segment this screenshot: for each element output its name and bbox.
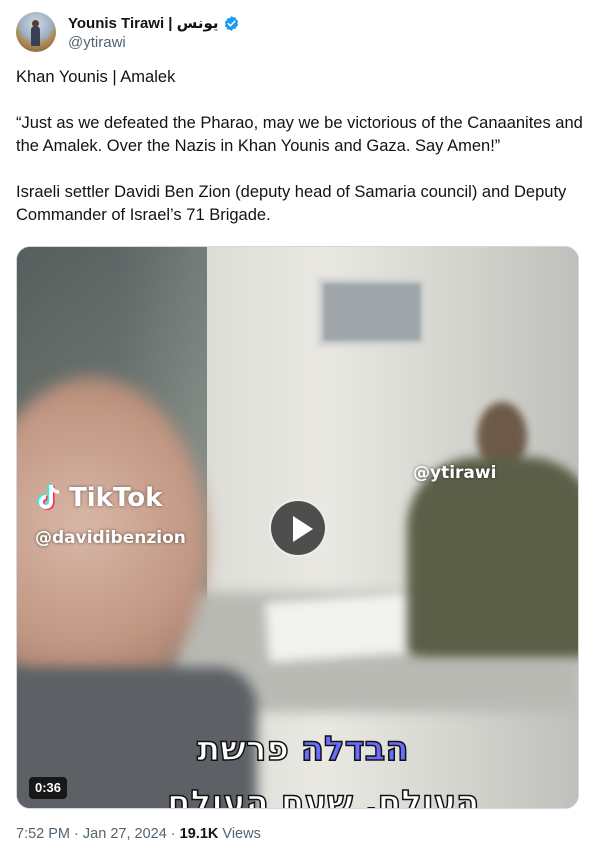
caption-word: פרשת (196, 728, 289, 770)
tiktok-watermark: TikTok (37, 483, 162, 513)
video-duration-badge: 0:36 (29, 777, 68, 799)
caption-highlight-word: הבדלה (300, 728, 410, 770)
tiktok-handle-watermark: @davidibenzion (35, 528, 186, 548)
tweet-text: Khan Younis | Amalek “Just as we defeate… (16, 66, 591, 227)
account-watermark: @ytirawi (413, 463, 497, 483)
display-name[interactable]: Younis Tirawi | يونس (68, 14, 219, 32)
meta-separator: · (74, 826, 79, 842)
tweet-time[interactable]: 7:52 PM (16, 826, 70, 842)
video-caption-line-2: העולם, שעם העולם (166, 782, 480, 809)
tiktok-logo-text: TikTok (69, 483, 163, 513)
tweet-metadata: 7:52 PM · Jan 27, 2024 · 19.1K Views (16, 826, 261, 842)
tweet-date[interactable]: Jan 27, 2024 (83, 826, 167, 842)
video-caption-line-1: הבדלה פרשת (196, 728, 410, 770)
tiktok-logo-icon (37, 484, 60, 510)
play-icon (293, 516, 313, 542)
views-count[interactable]: 19.1K (180, 826, 219, 842)
avatar[interactable] (16, 12, 56, 52)
user-handle[interactable]: @ytirawi (68, 34, 126, 51)
tweet-line-description: Israeli settler Davidi Ben Zion (deputy … (16, 183, 571, 224)
views-label: Views (222, 826, 261, 842)
video-player[interactable]: TikTok @davidibenzion @ytirawi הבדלה פרש… (16, 246, 579, 809)
verified-badge-icon[interactable] (223, 15, 240, 32)
play-button[interactable] (269, 499, 327, 557)
meta-separator: · (170, 826, 176, 842)
tweet-line-quote: “Just as we defeated the Pharao, may we … (16, 114, 588, 155)
tweet-header: Younis Tirawi | يونس @ytirawi (16, 12, 596, 56)
avatar-figure-body (31, 26, 40, 46)
name-row: Younis Tirawi | يونس (68, 13, 240, 33)
tweet-line-title: Khan Younis | Amalek (16, 68, 176, 86)
